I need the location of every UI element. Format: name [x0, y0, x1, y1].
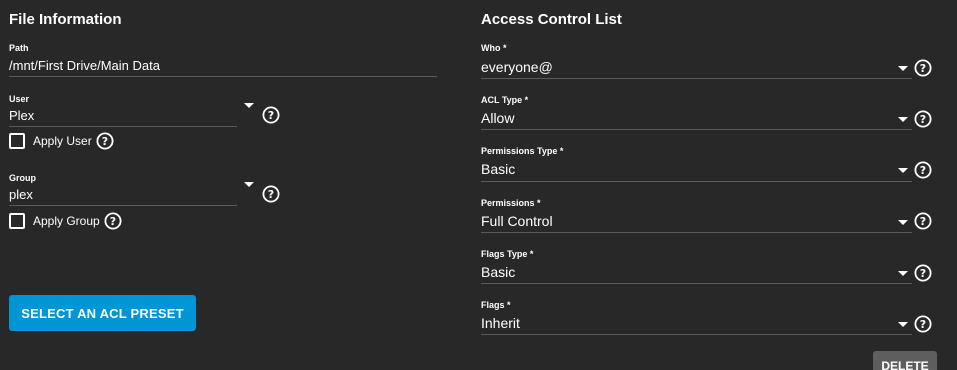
- select-acl-preset-button[interactable]: SELECT AN ACL PRESET: [9, 295, 196, 331]
- svg-text:?: ?: [920, 164, 926, 177]
- permissions-value[interactable]: Full Control: [481, 213, 553, 229]
- acl-type-underline: [481, 129, 912, 130]
- group-label: Group: [9, 173, 36, 183]
- help-circle-icon[interactable]: ?: [914, 264, 932, 282]
- apply-user-checkbox[interactable]: [9, 133, 25, 149]
- permissions-type-underline: [481, 181, 912, 182]
- permissions-label: Permissions *: [481, 198, 541, 208]
- apply-group-label[interactable]: Apply Group: [33, 214, 100, 228]
- who-value[interactable]: everyone@: [481, 59, 553, 75]
- path-label: Path: [9, 43, 29, 53]
- acl-type-label: ACL Type *: [481, 95, 529, 105]
- help-circle-icon[interactable]: ?: [262, 185, 280, 203]
- help-circle-icon[interactable]: ?: [914, 212, 932, 230]
- caret-down-icon[interactable]: [898, 322, 908, 327]
- acl-editor-page: File Information Path /mnt/First Drive/M…: [0, 0, 957, 370]
- caret-down-icon[interactable]: [898, 66, 908, 71]
- caret-down-icon[interactable]: [898, 220, 908, 225]
- help-circle-icon[interactable]: ?: [914, 59, 932, 77]
- group-value[interactable]: plex: [9, 187, 33, 202]
- apply-user-label[interactable]: Apply User: [33, 134, 92, 148]
- permissions-underline: [481, 232, 912, 233]
- flags-type-label: Flags Type *: [481, 249, 534, 259]
- user-underline: [9, 126, 237, 127]
- svg-text:?: ?: [110, 215, 116, 228]
- svg-text:?: ?: [920, 113, 926, 126]
- acl-type-value[interactable]: Allow: [481, 110, 514, 126]
- help-circle-icon[interactable]: ?: [262, 106, 280, 124]
- svg-text:?: ?: [920, 62, 926, 75]
- who-underline: [481, 78, 912, 79]
- access-control-list-title: Access Control List: [481, 11, 622, 28]
- flags-underline: [481, 334, 912, 335]
- svg-text:?: ?: [920, 318, 926, 331]
- caret-down-icon[interactable]: [898, 168, 908, 173]
- svg-text:?: ?: [920, 215, 926, 228]
- path-underline: [9, 76, 437, 77]
- flags-type-underline: [481, 283, 912, 284]
- flags-value[interactable]: Inherit: [481, 315, 520, 331]
- help-circle-icon[interactable]: ?: [914, 315, 932, 333]
- svg-text:?: ?: [268, 188, 274, 201]
- path-value: /mnt/First Drive/Main Data: [9, 58, 160, 73]
- delete-button[interactable]: DELETE: [873, 351, 937, 370]
- permissions-type-label: Permissions Type *: [481, 146, 564, 156]
- flags-label: Flags *: [481, 300, 511, 310]
- help-circle-icon[interactable]: ?: [96, 132, 114, 150]
- file-information-title: File Information: [9, 11, 122, 28]
- help-circle-icon[interactable]: ?: [914, 110, 932, 128]
- svg-text:?: ?: [102, 135, 108, 148]
- group-underline: [9, 205, 237, 206]
- caret-down-icon[interactable]: [898, 271, 908, 276]
- help-circle-icon[interactable]: ?: [104, 212, 122, 230]
- user-value[interactable]: Plex: [9, 108, 34, 123]
- svg-text:?: ?: [268, 109, 274, 122]
- permissions-type-value[interactable]: Basic: [481, 161, 515, 177]
- flags-type-value[interactable]: Basic: [481, 264, 515, 280]
- caret-down-icon[interactable]: [244, 103, 254, 108]
- who-label: Who *: [481, 43, 507, 53]
- caret-down-icon[interactable]: [244, 182, 254, 187]
- apply-group-checkbox[interactable]: [9, 213, 25, 229]
- svg-text:?: ?: [920, 267, 926, 280]
- user-label: User: [9, 94, 30, 104]
- help-circle-icon[interactable]: ?: [914, 161, 932, 179]
- caret-down-icon[interactable]: [898, 117, 908, 122]
